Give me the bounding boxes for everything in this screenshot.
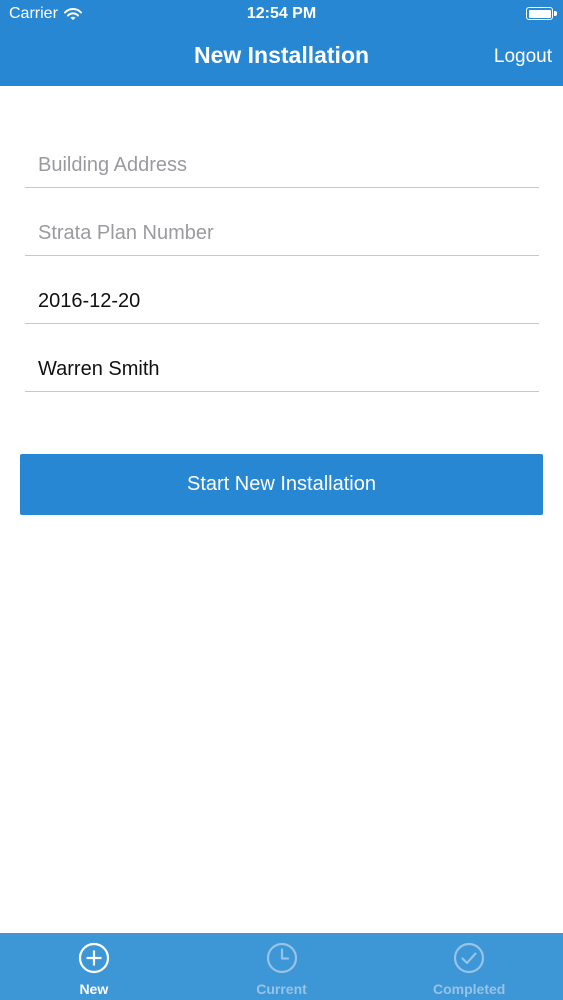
navigation-header: Carrier 12:54 PM New Installation Logout (0, 0, 563, 86)
tab-completed[interactable]: Completed (375, 933, 563, 1000)
installer-name-input[interactable] (38, 358, 528, 381)
installer-name-field (25, 324, 539, 392)
strata-plan-number-field (25, 188, 539, 256)
tab-new-label: New (79, 981, 109, 997)
date-field (25, 256, 539, 324)
strata-plan-number-input[interactable] (38, 222, 528, 245)
building-address-field (25, 120, 539, 188)
tab-new[interactable]: New (0, 933, 188, 1000)
building-address-input[interactable] (38, 154, 528, 177)
tab-completed-label: Completed (433, 981, 506, 997)
battery-icon (526, 7, 557, 20)
check-circle-icon (454, 942, 485, 974)
status-bar: Carrier 12:54 PM (0, 0, 563, 28)
start-new-installation-button[interactable]: Start New Installation (20, 454, 543, 515)
plus-circle-icon (78, 942, 109, 974)
tab-bar: New Current Completed (0, 933, 563, 1000)
clock-icon (266, 942, 297, 974)
date-input[interactable] (38, 290, 528, 313)
logout-button[interactable]: Logout (494, 46, 552, 68)
page-title: New Installation (193, 42, 370, 68)
battery-level (528, 9, 551, 18)
tab-current[interactable]: Current (188, 933, 376, 1000)
tab-current-label: Current (256, 981, 307, 997)
status-time: 12:54 PM (246, 5, 317, 22)
